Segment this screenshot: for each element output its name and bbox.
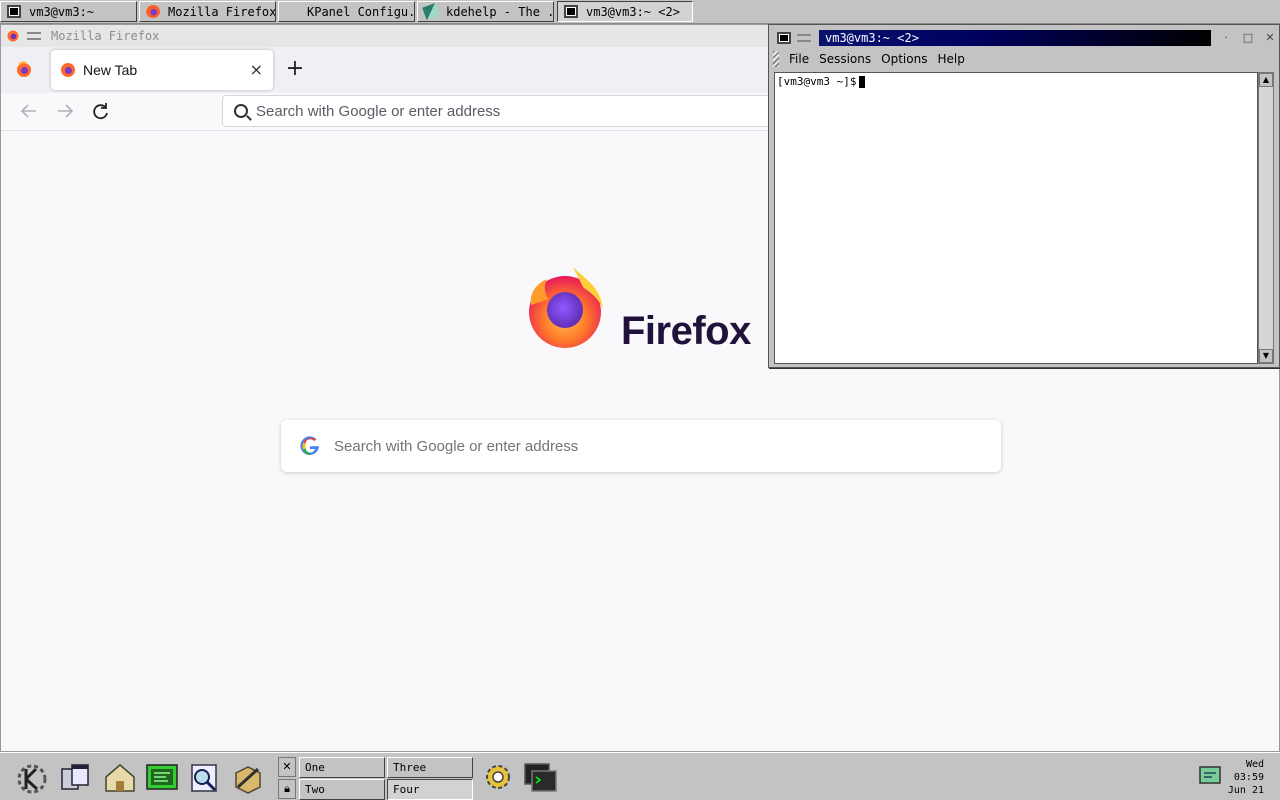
find-files-icon[interactable] [186, 759, 222, 795]
close-icon[interactable]: × [250, 62, 263, 78]
konsole-window: vm3@vm3:~ <2> · □ ✕ File Sessions Option… [768, 24, 1280, 368]
lock-icon[interactable]: 🔒︎ [278, 779, 296, 799]
pin-icon[interactable] [797, 34, 811, 42]
firefox-icon [61, 63, 75, 77]
clock-day: Wed [1245, 759, 1264, 770]
top-taskbar: vm3@vm3:~ Mozilla Firefox KPanel Configu… [0, 0, 1280, 24]
google-search-box[interactable] [281, 420, 1001, 472]
desktop-button-two[interactable]: Two [299, 779, 385, 800]
home-folder-icon[interactable] [102, 759, 138, 795]
windows-list-icon[interactable] [58, 759, 94, 795]
task-label: Mozilla Firefox [168, 4, 276, 19]
desktop-button-one[interactable]: One [299, 757, 385, 778]
konsole-menubar: File Sessions Options Help [769, 49, 1279, 69]
clock-time: 03:59 [1233, 772, 1264, 783]
task-button-kdehelp[interactable]: kdehelp - The ... [417, 1, 554, 22]
menu-sessions[interactable]: Sessions [819, 52, 871, 66]
task-button-kpanel-config[interactable]: KPanel Configu... [278, 1, 415, 22]
menu-help[interactable]: Help [937, 52, 964, 66]
clock[interactable]: Wed 03:59 Jun 21 [1224, 758, 1264, 797]
back-icon[interactable] [16, 99, 42, 123]
network-icon[interactable] [1198, 763, 1222, 787]
settings-gear-icon[interactable] [480, 759, 516, 795]
konsole-title: vm3@vm3:~ <2> [819, 30, 1211, 46]
firefox-icon[interactable] [7, 30, 19, 42]
menu-options[interactable]: Options [881, 52, 927, 66]
url-input[interactable] [256, 102, 736, 120]
terminal-icon [7, 5, 21, 18]
scroll-up-icon[interactable]: ▲ [1259, 73, 1273, 87]
kde-menu-icon[interactable] [14, 759, 50, 795]
terminal-icon[interactable] [777, 32, 791, 44]
close-icon[interactable]: ✕ [1263, 31, 1277, 45]
menu-file[interactable]: File [789, 52, 809, 66]
konsole-titlebar[interactable]: vm3@vm3:~ <2> · □ ✕ [769, 27, 1279, 49]
pin-icon[interactable] [27, 32, 41, 40]
search-icon [234, 104, 248, 118]
search-input[interactable] [334, 437, 934, 455]
clock-date: Jun 21 [1227, 785, 1264, 796]
firefox-view-icon[interactable] [13, 59, 35, 81]
scroll-down-icon[interactable]: ▼ [1259, 349, 1273, 363]
firefox-icon [146, 5, 160, 18]
tab-label: New Tab [83, 62, 138, 78]
task-label: vm3@vm3:~ [29, 4, 95, 19]
help-book-icon [422, 2, 440, 21]
url-bar[interactable] [222, 95, 782, 127]
terminal-icon [564, 5, 578, 18]
task-button-terminal-2[interactable]: vm3@vm3:~ <2> [557, 1, 693, 22]
tab-new-tab[interactable]: New Tab × [51, 50, 273, 90]
minimize-icon[interactable]: · [1219, 31, 1233, 45]
task-button-terminal-1[interactable]: vm3@vm3:~ [0, 1, 137, 22]
terminal-icon[interactable] [522, 759, 558, 795]
reload-icon[interactable] [88, 99, 114, 123]
google-icon [300, 436, 319, 456]
task-label: KPanel Configu... [307, 4, 415, 19]
window-title: Mozilla Firefox [51, 29, 160, 43]
close-pager-icon[interactable]: ✕ [278, 757, 296, 777]
prompt-text: [vm3@vm3 ~]$ [777, 75, 857, 88]
terminal-prompt: [vm3@vm3 ~]$ [777, 75, 866, 88]
maximize-icon[interactable]: □ [1241, 31, 1255, 45]
firefox-logo-icon [529, 267, 603, 348]
task-button-firefox[interactable]: Mozilla Firefox [139, 1, 276, 22]
scrollbar[interactable]: ▲ ▼ [1258, 72, 1274, 364]
firefox-wordmark: Firefox [621, 309, 751, 353]
task-label: vm3@vm3:~ <2> [586, 4, 680, 19]
toolbar-grip-icon[interactable] [773, 51, 779, 67]
cursor [859, 76, 866, 88]
blank-icon [285, 5, 299, 18]
desktop-button-three[interactable]: Three [387, 757, 473, 778]
package-tools-icon[interactable] [230, 759, 266, 795]
new-tab-button[interactable]: + [285, 55, 305, 83]
terminal-area[interactable]: [vm3@vm3 ~]$ [774, 72, 1258, 364]
forward-icon[interactable] [52, 99, 78, 123]
control-center-icon[interactable] [144, 759, 180, 795]
bottom-panel: ✕ 🔒︎ One Two Three Four Wed 03:59 Jun 21 [0, 752, 1280, 800]
desktop-button-four[interactable]: Four [387, 779, 473, 800]
task-label: kdehelp - The ... [446, 4, 554, 19]
